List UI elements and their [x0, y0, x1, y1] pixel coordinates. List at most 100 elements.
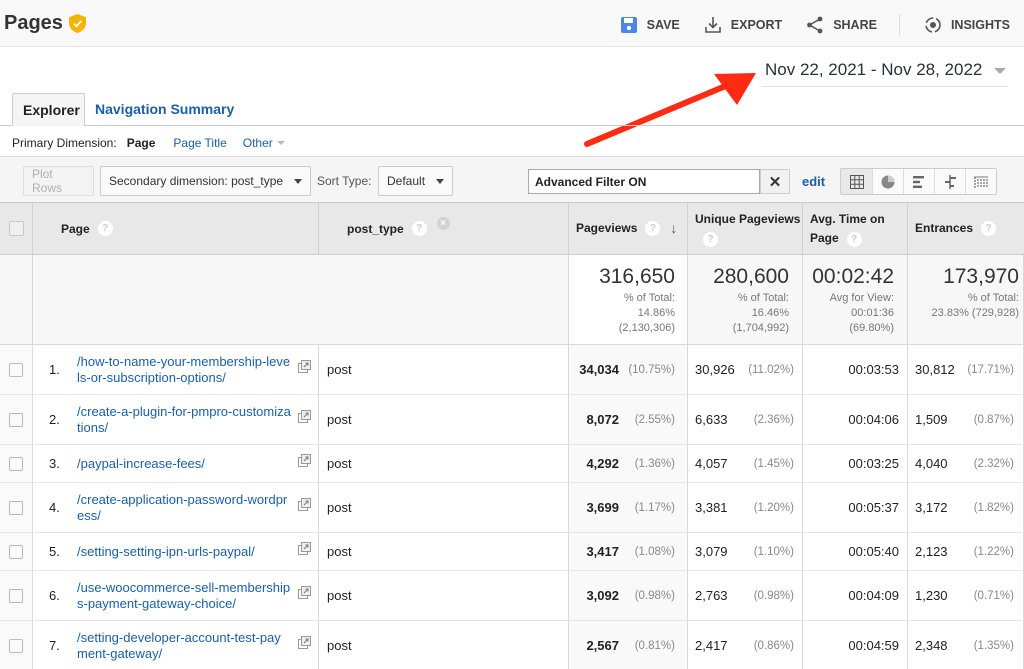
- entrances-value: 1,230: [915, 588, 948, 603]
- total-value: 280,600: [713, 265, 789, 288]
- unique-pageviews-percent: (2.36%): [753, 413, 794, 426]
- header-page-label: Page: [61, 221, 90, 236]
- page-cell: 7. /setting-developer-account-test-payme…: [33, 621, 319, 669]
- header-post-type-label: post_type: [347, 221, 404, 236]
- chevron-down-icon: [294, 178, 302, 184]
- table-row: 5. /setting-setting-ipn-urls-paypal/ pos…: [0, 533, 1024, 571]
- table-body: 1. /how-to-name-your-membership-levels-o…: [0, 345, 1024, 669]
- pageviews-value: 3,092: [586, 588, 619, 603]
- secondary-dimension-dropdown[interactable]: Secondary dimension: post_type: [100, 166, 311, 196]
- open-external-icon[interactable]: [298, 454, 311, 467]
- header-pageviews[interactable]: Pageviews ? ↓: [569, 203, 688, 254]
- unique-pageviews-value: 3,079: [695, 544, 728, 559]
- pageviews-value: 3,699: [586, 500, 619, 515]
- pageviews-cell: 34,034 (10.75%): [569, 345, 688, 394]
- date-range-picker[interactable]: Nov 22, 2021 - Nov 28, 2022: [762, 60, 1008, 87]
- help-icon[interactable]: ?: [703, 231, 718, 247]
- header-unique-pageviews[interactable]: Unique Pageviews?: [688, 203, 803, 254]
- clear-filter-button[interactable]: ✕: [760, 169, 790, 194]
- header-page[interactable]: Page ?: [33, 203, 319, 254]
- unique-pageviews-cell: 3,079 (1.10%): [688, 533, 803, 570]
- avg-time-cell: 00:04:09: [803, 571, 908, 620]
- sort-desc-icon[interactable]: ↓: [670, 219, 677, 238]
- dimension-page[interactable]: Page: [127, 136, 156, 150]
- pageviews-percent: (1.08%): [634, 545, 675, 558]
- header-avg-time[interactable]: Avg. Time on Page?: [803, 203, 908, 254]
- pivot-view-button[interactable]: [965, 169, 996, 194]
- open-external-icon[interactable]: [298, 360, 311, 373]
- edit-filter-link[interactable]: edit: [802, 174, 825, 189]
- pageviews-cell: 8,072 (2.55%): [569, 395, 688, 444]
- help-icon[interactable]: ?: [97, 221, 113, 236]
- comparison-view-button[interactable]: [934, 169, 965, 194]
- date-range-text: Nov 22, 2021 - Nov 28, 2022: [765, 60, 983, 79]
- row-checkbox[interactable]: [9, 544, 23, 559]
- page-link[interactable]: /create-application-password-wordpress/: [77, 492, 291, 524]
- row-checkbox[interactable]: [9, 500, 23, 515]
- page-link[interactable]: /setting-setting-ipn-urls-paypal/: [77, 544, 291, 560]
- page-link[interactable]: /setting-developer-account-test-payment-…: [77, 630, 291, 662]
- download-icon: [704, 17, 721, 33]
- row-checkbox[interactable]: [9, 588, 23, 603]
- help-icon[interactable]: ?: [411, 221, 427, 236]
- totals-spacer: [319, 255, 569, 344]
- entrances-cell: 1,509 (0.87%): [908, 395, 1024, 444]
- chevron-down-icon: [994, 68, 1006, 74]
- header-select-all[interactable]: [0, 203, 33, 254]
- open-external-icon[interactable]: [298, 498, 311, 511]
- page-link[interactable]: /paypal-increase-fees/: [77, 456, 291, 472]
- dimension-page-title[interactable]: Page Title: [173, 136, 226, 150]
- total-avg-time: 00:02:42 Avg for View: 00:01:36 (69.80%): [803, 255, 908, 344]
- avg-time-cell: 00:04:59: [803, 621, 908, 669]
- unique-pageviews-cell: 3,381 (1.20%): [688, 483, 803, 532]
- row-checkbox[interactable]: [9, 638, 23, 653]
- entrances-percent: (0.87%): [973, 413, 1014, 426]
- open-external-icon[interactable]: [298, 586, 311, 599]
- row-checkbox[interactable]: [9, 362, 23, 377]
- page-cell: 6. /use-woocommerce-sell-memberships-pay…: [33, 571, 319, 620]
- entrances-percent: (0.71%): [973, 589, 1014, 602]
- page-link[interactable]: /use-woocommerce-sell-memberships-paymen…: [77, 580, 291, 612]
- pageviews-percent: (0.81%): [634, 639, 675, 652]
- remove-dimension-icon[interactable]: ×: [436, 217, 450, 230]
- help-icon[interactable]: ?: [645, 221, 661, 236]
- chevron-down-icon: [436, 178, 444, 184]
- row-select-cell: [0, 445, 33, 482]
- help-icon[interactable]: ?: [981, 221, 997, 236]
- tab-explorer[interactable]: Explorer: [12, 93, 85, 126]
- table-row: 6. /use-woocommerce-sell-memberships-pay…: [0, 571, 1024, 621]
- header-entrances[interactable]: Entrances ?: [908, 203, 1024, 254]
- sort-type-dropdown[interactable]: Default: [378, 166, 453, 196]
- total-unique-pageviews: 280,600 % of Total: 16.46% (1,704,992): [688, 255, 803, 344]
- post-type-cell: post: [319, 621, 569, 669]
- share-button[interactable]: SHARE: [806, 16, 877, 34]
- unique-pageviews-cell: 4,057 (1.45%): [688, 445, 803, 482]
- page-link[interactable]: /create-a-plugin-for-pmpro-customization…: [77, 404, 291, 436]
- dimension-other-dropdown[interactable]: Other: [243, 136, 285, 150]
- open-external-icon[interactable]: [298, 542, 311, 555]
- table-view-button[interactable]: [841, 169, 872, 194]
- page-cell: 1. /how-to-name-your-membership-levels-o…: [33, 345, 319, 394]
- insights-button[interactable]: INSIGHTS: [924, 16, 1010, 34]
- tab-navigation-summary[interactable]: Navigation Summary: [85, 93, 244, 126]
- select-all-checkbox[interactable]: [8, 221, 24, 236]
- header-post-type[interactable]: post_type ? ×: [319, 203, 569, 254]
- pageviews-cell: 3,699 (1.17%): [569, 483, 688, 532]
- help-icon[interactable]: ?: [846, 231, 862, 247]
- performance-view-button[interactable]: [903, 169, 934, 194]
- pageviews-cell: 3,092 (0.98%): [569, 571, 688, 620]
- open-external-icon[interactable]: [298, 636, 311, 649]
- filter-input[interactable]: Advanced Filter ON: [528, 169, 760, 194]
- save-button[interactable]: SAVE: [620, 16, 680, 34]
- row-checkbox[interactable]: [9, 412, 23, 427]
- avg-time-cell: 00:05:40: [803, 533, 908, 570]
- open-external-icon[interactable]: [298, 410, 311, 423]
- row-number: 2.: [49, 412, 60, 427]
- pie-view-button[interactable]: [872, 169, 903, 194]
- page-link[interactable]: /how-to-name-your-membership-levels-or-s…: [77, 354, 291, 386]
- unique-pageviews-percent: (1.10%): [753, 545, 794, 558]
- plot-rows-button[interactable]: Plot Rows: [23, 166, 94, 196]
- table-row: 7. /setting-developer-account-test-payme…: [0, 621, 1024, 669]
- row-checkbox[interactable]: [9, 456, 23, 471]
- export-button[interactable]: EXPORT: [704, 16, 782, 34]
